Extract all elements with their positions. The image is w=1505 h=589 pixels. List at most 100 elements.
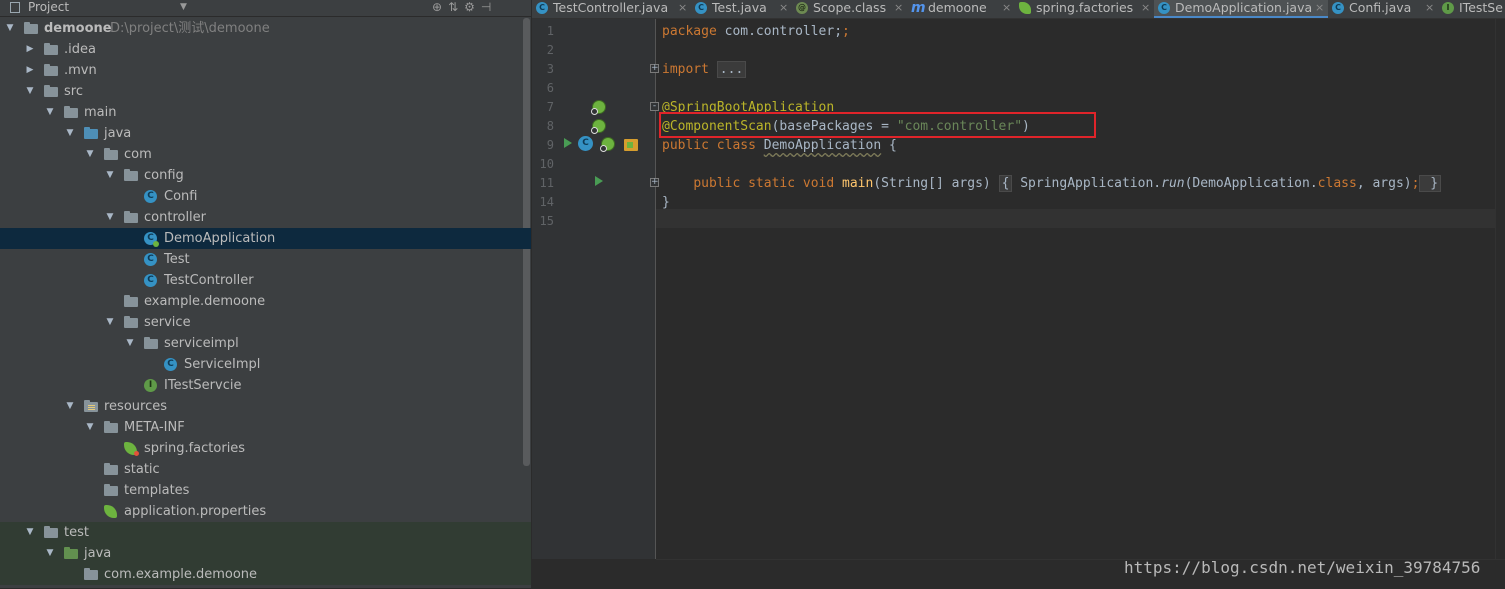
tree-item[interactable]: ▼ config — [0, 165, 531, 186]
tree-item-label: templates — [124, 483, 190, 498]
tree-item[interactable]: example.demoone — [0, 291, 531, 312]
expand-arrow-icon[interactable]: ▼ — [124, 333, 136, 354]
editor-tab[interactable]: @ Scope.class × — [792, 0, 907, 18]
tree-item[interactable]: I ITestServcie — [0, 375, 531, 396]
editor-tab[interactable]: m demoone × — [907, 0, 1015, 18]
line-number: 9 — [546, 138, 554, 152]
folded-imports[interactable]: ... — [716, 61, 747, 78]
tree-item[interactable]: C ServiceImpl — [0, 354, 531, 375]
tree-item[interactable]: ▼ service — [0, 312, 531, 333]
keyword: public static void — [693, 176, 843, 191]
method-name: main — [842, 176, 874, 191]
spring-bean-icon[interactable] — [591, 100, 606, 115]
editor-tab[interactable]: I ITestSe — [1438, 0, 1505, 18]
editor-tab[interactable]: C TestController.java × — [532, 0, 691, 18]
expand-arrow-icon[interactable]: ▼ — [104, 165, 116, 186]
tree-item[interactable]: com.example.demoone — [0, 564, 531, 585]
close-icon[interactable]: × — [1141, 0, 1150, 16]
expand-arrow-icon[interactable]: ▼ — [24, 81, 36, 102]
tree-item[interactable]: application.properties — [0, 501, 531, 522]
tree-item[interactable]: ▼ resources — [0, 396, 531, 417]
close-icon[interactable]: × — [779, 0, 788, 16]
tree-item[interactable]: ▼ demoone D:\project\测试\demoone — [0, 18, 531, 39]
tree-item[interactable]: C Test — [0, 249, 531, 270]
package-icon — [124, 316, 138, 328]
fold-collapse-icon[interactable]: - — [650, 102, 659, 111]
code-text: SpringApplication. — [1012, 176, 1162, 191]
tree-item[interactable]: templates — [0, 480, 531, 501]
run-icon[interactable] — [564, 138, 572, 148]
tree-item-label: service — [144, 315, 191, 330]
tree-item[interactable]: C DemoApplication — [0, 228, 531, 249]
tree-item[interactable]: C Confi — [0, 186, 531, 207]
expand-arrow-icon[interactable]: ▼ — [104, 312, 116, 333]
editor-gutter: 1 2 3 6 7 8 9 10 11 14 15 C + - + — [532, 19, 659, 559]
project-panel-title[interactable]: Project — [28, 0, 69, 15]
fold-brace[interactable]: } — [1419, 175, 1442, 192]
expand-arrow-icon[interactable]: ▼ — [64, 396, 76, 417]
tree-item[interactable]: ▼ controller — [0, 207, 531, 228]
spring-bean-icon[interactable] — [600, 137, 615, 152]
tree-item-label: com.example.demoone — [104, 567, 258, 582]
collapse-arrow-icon[interactable]: ▶ — [24, 39, 36, 60]
tree-item[interactable]: ▼ META-INF — [0, 417, 531, 438]
gear-icon[interactable]: ⚙ — [464, 0, 481, 14]
tree-item-label: java — [84, 546, 112, 561]
tree-item[interactable]: static — [0, 459, 531, 480]
interface-icon: I — [1442, 2, 1454, 14]
class-icon: C — [144, 253, 157, 266]
watermark-text: https://blog.csdn.net/weixin_39784756 — [1124, 558, 1481, 577]
tree-item[interactable]: ▼ java — [0, 123, 531, 144]
collapse-icon[interactable]: ⇅ — [448, 0, 464, 14]
line-number: 1 — [546, 24, 554, 38]
code-line-14: } — [662, 193, 670, 212]
code-line-1: package com.controller;; — [662, 24, 850, 39]
code-line-9: public class DemoApplication { — [662, 136, 897, 155]
hide-icon[interactable]: ⊣ — [481, 0, 497, 14]
spring-bean-icon[interactable] — [591, 119, 606, 134]
interface-icon: I — [144, 379, 157, 392]
class-icon[interactable]: C — [578, 136, 593, 151]
package-icon — [84, 568, 98, 580]
chevron-down-icon[interactable]: ▼ — [180, 0, 187, 15]
tree-item[interactable]: C TestController — [0, 270, 531, 291]
class-icon: C — [144, 274, 157, 287]
expand-arrow-icon[interactable]: ▼ — [44, 543, 56, 564]
editor-vertical-scrollbar[interactable] — [1495, 19, 1505, 559]
tree-item[interactable]: ▼ serviceimpl — [0, 333, 531, 354]
tree-item[interactable]: spring.factories — [0, 438, 531, 459]
fold-expand-icon[interactable]: + — [650, 178, 659, 187]
close-icon[interactable]: × — [1425, 0, 1434, 16]
expand-arrow-icon[interactable]: ▼ — [84, 417, 96, 438]
editor-tab[interactable]: C Test.java × — [691, 0, 792, 18]
tree-item[interactable]: ▼ java — [0, 543, 531, 564]
expand-arrow-icon[interactable]: ▼ — [64, 123, 76, 144]
close-icon[interactable]: × — [894, 0, 903, 16]
maven-icon: m — [911, 0, 926, 16]
tree-item[interactable]: ▼ main — [0, 102, 531, 123]
tree-item[interactable]: ▼ com — [0, 144, 531, 165]
editor-tab-label: Confi.java — [1349, 0, 1412, 15]
close-icon[interactable]: × — [1315, 0, 1324, 16]
class-icon: C — [1332, 2, 1344, 14]
tree-item[interactable]: ▼ src — [0, 81, 531, 102]
editor-tab[interactable]: C Confi.java × — [1328, 0, 1438, 18]
close-icon[interactable]: × — [678, 0, 687, 16]
fold-brace[interactable]: { — [998, 175, 1013, 192]
code-text: (DemoApplication. — [1184, 176, 1318, 191]
expand-arrow-icon[interactable]: ▼ — [44, 102, 56, 123]
collapse-arrow-icon[interactable]: ▶ — [24, 60, 36, 81]
expand-arrow-icon[interactable]: ▼ — [24, 522, 36, 543]
locate-icon[interactable]: ⊕ — [432, 0, 448, 14]
spring-config-icon[interactable] — [624, 139, 638, 151]
run-icon[interactable] — [595, 176, 603, 186]
tree-item[interactable]: ▶ .mvn — [0, 60, 531, 81]
expand-arrow-icon[interactable]: ▼ — [104, 207, 116, 228]
editor-tab[interactable]: spring.factories × — [1015, 0, 1154, 18]
fold-expand-icon[interactable]: + — [650, 64, 659, 73]
close-icon[interactable]: × — [1002, 0, 1011, 16]
tree-item[interactable]: ▶ .idea — [0, 39, 531, 60]
editor-tab[interactable]: C DemoApplication.java × — [1154, 0, 1328, 18]
expand-arrow-icon[interactable]: ▼ — [4, 18, 16, 39]
expand-arrow-icon[interactable]: ▼ — [84, 144, 96, 165]
